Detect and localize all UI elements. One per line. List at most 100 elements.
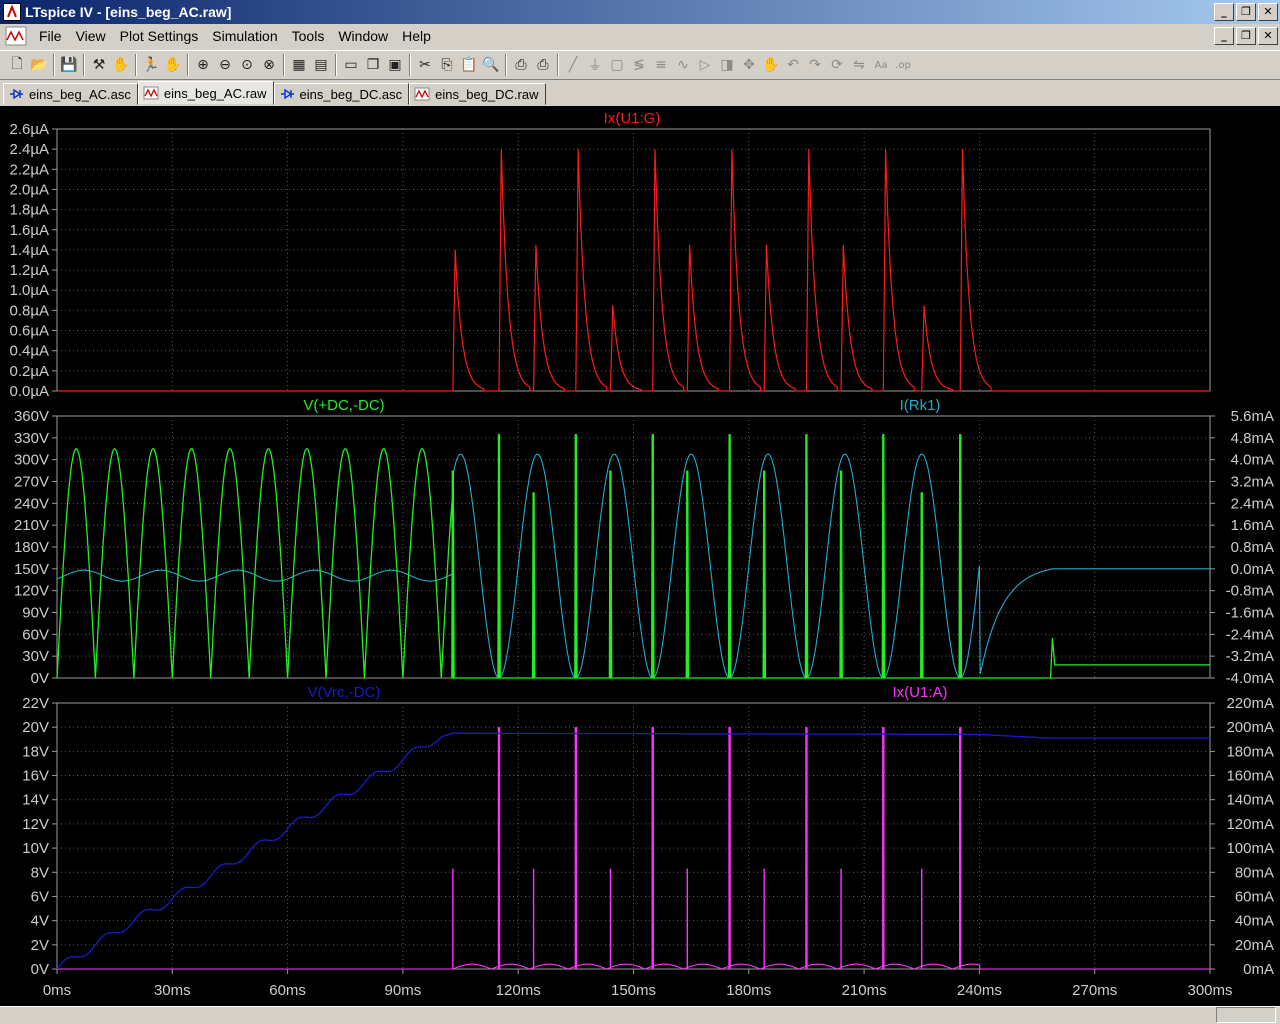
close-button[interactable]: ✕ [1258, 3, 1278, 21]
tab-label: eins_beg_AC.asc [29, 86, 131, 102]
x-tick-label: 270ms [1072, 982, 1117, 999]
x-tick-label: 150ms [611, 982, 656, 999]
zoom-cancel-icon[interactable]: ⊗ [258, 54, 280, 76]
window-icon[interactable]: ▣ [384, 54, 406, 76]
spice-directive-icon[interactable]: .op [892, 54, 914, 76]
y-tick-label: 120V [14, 583, 49, 600]
x-tick-label: 60ms [269, 982, 306, 999]
waveform-viewer[interactable]: 0.0µA 0.2µA 0.4µA 0.6µA 0.8µA 1.0µA 1.2µA 1.4µA… [0, 106, 1280, 1006]
y2-tick-label: 220mA [1226, 695, 1274, 712]
cascade-icon[interactable]: ▭ [340, 54, 362, 76]
text-icon[interactable]: Aa [870, 54, 892, 76]
series-label-dc-voltage: V(+DC,-DC) [303, 397, 384, 414]
tile-vertical-icon[interactable]: ❐ [362, 54, 384, 76]
menu-bar: File View Plot Settings Simulation Tools… [0, 24, 1280, 48]
print-setup-icon[interactable]: ⎙ [532, 54, 554, 76]
plot-pane-frame [56, 128, 1211, 392]
waveform-doc-icon[interactable] [5, 26, 27, 46]
tab-eins-beg-dc-raw[interactable]: eins_beg_DC.raw [409, 83, 546, 105]
capacitor-icon[interactable]: ≡ [650, 54, 672, 76]
y-tick-label: 0.8µA [10, 302, 50, 319]
dc-voltage-spike [497, 434, 501, 679]
menu-view[interactable]: View [69, 28, 113, 44]
menu-plot-settings[interactable]: Plot Settings [113, 28, 206, 44]
find-icon[interactable]: 🔍 [480, 54, 502, 76]
y-tick-label: 150V [14, 561, 49, 578]
y-tick-label: 330V [14, 430, 49, 447]
y2-tick-label: 20mA [1235, 937, 1274, 954]
wire-icon[interactable]: ╱ [562, 54, 584, 76]
zoom-fit-icon[interactable]: ⊙ [236, 54, 258, 76]
menu-file[interactable]: File [32, 28, 69, 44]
mirror-icon[interactable]: ⇋ [848, 54, 870, 76]
y2-tick-label: -4.0mA [1226, 670, 1274, 687]
y2-tick-label: 4.8mA [1231, 430, 1274, 447]
toolbar-separator [505, 54, 507, 76]
minimize-button[interactable]: _ [1214, 3, 1234, 21]
y2-tick-label: 5.6mA [1231, 408, 1274, 425]
waveform-icon [143, 85, 159, 101]
y2-tick-label: 160mA [1226, 768, 1274, 785]
tab-eins-beg-ac-asc[interactable]: eins_beg_AC.asc [3, 83, 138, 105]
y-tick-label: 1.6µA [10, 222, 50, 239]
y-tick-label: 240V [14, 495, 49, 512]
hammer-icon[interactable]: ⚒ [88, 54, 110, 76]
toolbar-separator [409, 54, 411, 76]
y-tick-label: 270V [14, 474, 49, 491]
drag-icon[interactable]: ✋ [760, 54, 782, 76]
open-icon[interactable]: 📂 [28, 54, 50, 76]
resistor-icon[interactable]: ≶ [628, 54, 650, 76]
x-tick-label: 210ms [842, 982, 887, 999]
y-tick-label: 30V [22, 648, 49, 665]
halt-icon[interactable]: ✋ [162, 54, 184, 76]
pan-icon[interactable]: ✋ [110, 54, 132, 76]
doc-restore-button[interactable]: ❐ [1236, 27, 1256, 45]
label-icon[interactable]: ▢ [606, 54, 628, 76]
dc-voltage-spike [609, 470, 613, 679]
new-schematic-icon[interactable]: 🗋 [6, 54, 28, 76]
component-icon[interactable]: ◨ [716, 54, 738, 76]
toolbar-separator [557, 54, 559, 76]
restore-button[interactable]: ❐ [1236, 3, 1256, 21]
move-icon[interactable]: ✥ [738, 54, 760, 76]
undo-icon[interactable]: ↶ [782, 54, 804, 76]
series-line-anode-current [57, 963, 1210, 970]
y-tick-label: 180V [14, 539, 49, 556]
dc-voltage-spike [532, 492, 536, 679]
tab-eins-beg-dc-asc[interactable]: eins_beg_DC.asc [273, 83, 410, 105]
diode-icon[interactable]: ▷ [694, 54, 716, 76]
run-icon[interactable]: 🏃 [140, 54, 162, 76]
dc-voltage-spike [805, 434, 809, 679]
redo-icon[interactable]: ↷ [804, 54, 826, 76]
menu-tools[interactable]: Tools [285, 28, 332, 44]
copy-icon[interactable]: ⎘ [436, 54, 458, 76]
zoom-in-icon[interactable]: ⊕ [192, 54, 214, 76]
menu-simulation[interactable]: Simulation [205, 28, 284, 44]
zoom-out-icon[interactable]: ⊖ [214, 54, 236, 76]
status-pane [1216, 1007, 1276, 1023]
waveform-plot[interactable]: 0.0µA 0.2µA 0.4µA 0.6µA 0.8µA 1.0µA 1.2µA 1.4µA… [0, 106, 1280, 1006]
paste-icon[interactable]: 📋 [458, 54, 480, 76]
y2-tick-label: -3.2mA [1226, 648, 1274, 665]
schematic-icon [8, 86, 24, 102]
doc-close-button[interactable]: ✕ [1258, 27, 1278, 45]
autoscale-icon[interactable]: ▦ [288, 54, 310, 76]
ground-icon[interactable]: ⏚ [584, 54, 606, 76]
cut-icon[interactable]: ✂ [414, 54, 436, 76]
toolbar-separator [187, 54, 189, 76]
y2-tick-label: 100mA [1226, 840, 1274, 857]
toolbar-separator [83, 54, 85, 76]
rotate-icon[interactable]: ⟳ [826, 54, 848, 76]
x-tick-label: 120ms [496, 982, 541, 999]
inductor-icon[interactable]: ∿ [672, 54, 694, 76]
y-tick-label: 300V [14, 452, 49, 469]
menu-help[interactable]: Help [395, 28, 438, 44]
menu-window[interactable]: Window [331, 28, 395, 44]
tab-label: eins_beg_AC.raw [163, 85, 267, 101]
save-icon[interactable]: 💾 [58, 54, 80, 76]
tile-icon[interactable]: ▤ [310, 54, 332, 76]
doc-minimize-button[interactable]: _ [1214, 27, 1234, 45]
tab-eins-beg-ac-raw[interactable]: eins_beg_AC.raw [137, 81, 274, 105]
dc-voltage-spike [686, 470, 690, 679]
print-icon[interactable]: ⎙ [510, 54, 532, 76]
